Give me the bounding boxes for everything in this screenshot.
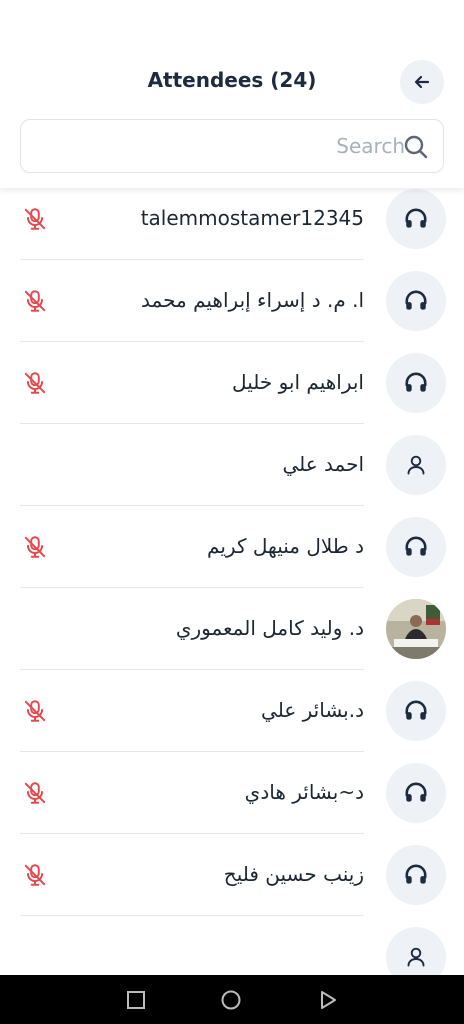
attendee-name: talemmostamer12345: [140, 206, 364, 230]
attendee-name: د~بشائر هادي: [244, 780, 364, 804]
arrow-left-icon: [414, 75, 430, 89]
avatar-photo: [386, 599, 446, 659]
attendee-name: د.بشائر علي: [261, 698, 364, 722]
mic-muted-icon: [22, 288, 48, 314]
attendee-name: ابراهيم ابو خليل: [232, 370, 364, 394]
avatar: [386, 435, 446, 495]
mic-muted-icon: [22, 862, 48, 888]
attendee-row[interactable]: talemmostamer12345: [0, 178, 464, 260]
system-navbar: [0, 975, 464, 1024]
recents-square-icon[interactable]: [125, 989, 147, 1011]
page-title: Attendees (24): [147, 68, 317, 92]
avatar: [386, 271, 446, 331]
attendees-header: Attendees (24): [0, 0, 464, 188]
avatar: [386, 189, 446, 249]
headphones-icon: [403, 206, 429, 232]
attendee-row[interactable]: زينب حسين فليح: [0, 834, 464, 916]
back-triangle-icon[interactable]: [317, 989, 339, 1011]
mic-muted-icon: [22, 698, 48, 724]
attendee-name: د طلال منيهل كريم: [207, 534, 364, 558]
avatar: [386, 517, 446, 577]
attendee-name: د. وليد كامل المعموري: [175, 616, 364, 640]
mic-muted-icon: [22, 370, 48, 396]
user-icon: [404, 945, 428, 969]
attendee-row[interactable]: د طلال منيهل كريم: [0, 506, 464, 588]
attendee-row[interactable]: [0, 916, 464, 975]
mic-muted-icon: [22, 780, 48, 806]
attendee-row[interactable]: احمد علي: [0, 424, 464, 506]
avatar-photo-image: [386, 599, 446, 659]
search-box: [20, 119, 444, 173]
attendee-row[interactable]: ابراهيم ابو خليل: [0, 342, 464, 424]
attendees-list[interactable]: talemmostamer12345 ا. م. د إسراء إبراهيم …: [0, 178, 464, 975]
mic-muted-icon: [22, 206, 48, 232]
home-circle-icon[interactable]: [220, 989, 242, 1011]
headphones-icon: [403, 534, 429, 560]
attendee-row[interactable]: د.بشائر علي: [0, 670, 464, 752]
headphones-icon: [403, 862, 429, 888]
headphones-icon: [403, 698, 429, 724]
avatar: [386, 763, 446, 823]
back-button[interactable]: [400, 60, 444, 104]
avatar: [386, 927, 446, 975]
attendee-name: ا. م. د إسراء إبراهيم محمد: [141, 288, 364, 312]
mic-muted-icon: [22, 534, 48, 560]
attendee-name: زينب حسين فليح: [223, 862, 364, 886]
attendee-row[interactable]: ا. م. د إسراء إبراهيم محمد: [0, 260, 464, 342]
search-icon[interactable]: [403, 134, 429, 160]
attendee-row[interactable]: د. وليد كامل المعموري: [0, 588, 464, 670]
attendee-row[interactable]: د~بشائر هادي: [0, 752, 464, 834]
headphones-icon: [403, 288, 429, 314]
avatar: [386, 353, 446, 413]
avatar: [386, 845, 446, 905]
user-icon: [404, 453, 428, 477]
headphones-icon: [403, 370, 429, 396]
attendee-name: احمد علي: [282, 452, 364, 476]
search-input[interactable]: [33, 128, 405, 164]
headphones-icon: [403, 780, 429, 806]
avatar: [386, 681, 446, 741]
